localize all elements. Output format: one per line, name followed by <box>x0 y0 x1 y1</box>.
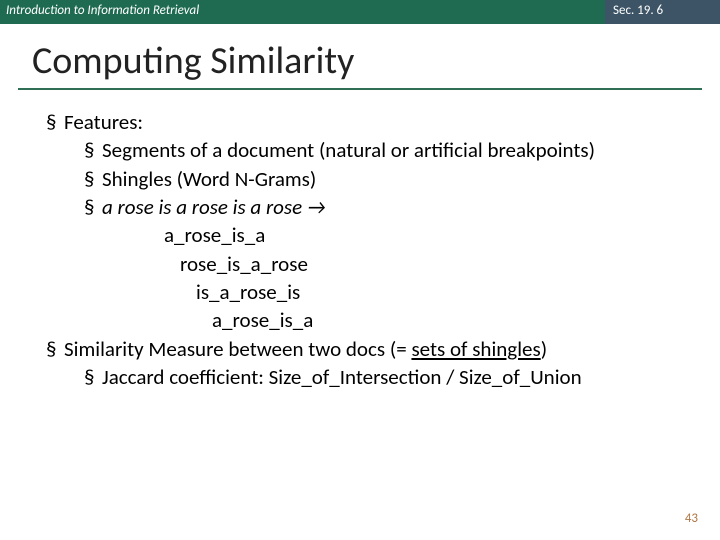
text-pre: Similarity Measure between two docs (= <box>64 336 411 362</box>
header-bar: Introduction to Information Retrieval Se… <box>0 0 720 24</box>
text: Shingles (Word N-Grams) <box>102 166 316 192</box>
text: Segments of a document (natural or artif… <box>102 137 595 163</box>
bullet-jaccard: §Jaccard coefficient: Size_of_Intersecti… <box>46 363 690 391</box>
bullet-glyph: § <box>84 193 102 221</box>
shingle-line: a_rose_is_a <box>164 221 690 249</box>
bullet-glyph: § <box>84 136 102 164</box>
text-post: ) <box>541 336 547 362</box>
bullet-rose-example: §a rose is a rose is a rose → <box>46 193 690 221</box>
bullet-segments: §Segments of a document (natural or arti… <box>46 136 690 164</box>
bullet-glyph: § <box>84 363 102 391</box>
slide-content: §Features: §Segments of a document (natu… <box>0 90 720 391</box>
page-number: 43 <box>685 511 698 526</box>
shingle-list: a_rose_is_a rose_is_a_rose is_a_rose_is … <box>46 221 690 334</box>
bullet-glyph: § <box>84 165 102 193</box>
bullet-features: §Features: <box>46 108 690 136</box>
text: Jaccard coefficient: Size_of_Intersectio… <box>102 364 582 390</box>
page-title: Computing Similarity <box>0 24 720 88</box>
text: a rose is a rose is a rose → <box>102 194 326 220</box>
course-title: Introduction to Information Retrieval <box>0 0 605 24</box>
bullet-shingles: §Shingles (Word N-Grams) <box>46 165 690 193</box>
text-underline: sets of shingles <box>411 336 540 362</box>
bullet-glyph: § <box>46 108 64 136</box>
shingle-line: rose_is_a_rose <box>164 250 690 278</box>
shingle-line: is_a_rose_is <box>164 278 690 306</box>
section-label: Sec. 19. 6 <box>605 0 720 24</box>
shingle-line: a_rose_is_a <box>164 306 690 334</box>
bullet-similarity: §Similarity Measure between two docs (= … <box>46 335 690 363</box>
text: Features: <box>64 109 143 135</box>
bullet-glyph: § <box>46 335 64 363</box>
